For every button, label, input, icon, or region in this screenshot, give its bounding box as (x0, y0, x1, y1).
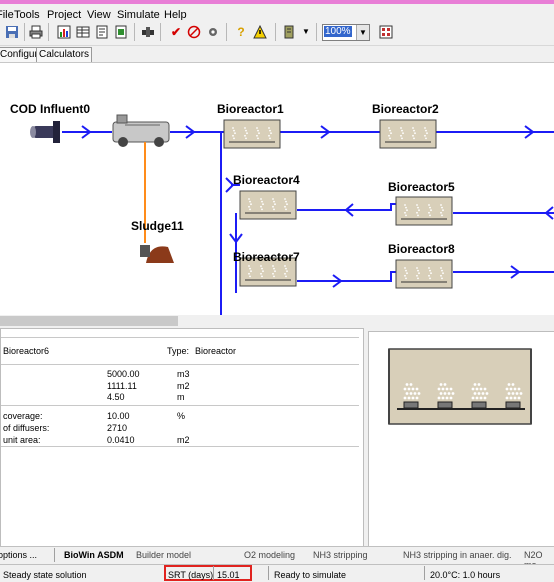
volume-unit: m3 (177, 369, 190, 379)
toolbar-separator (134, 23, 135, 41)
flow-arrow (225, 177, 235, 193)
unit-area-label: unit area: (3, 435, 41, 445)
zoom-select[interactable]: 100% ▼ (322, 24, 370, 41)
status-separator (424, 566, 425, 580)
zoom-value: 100% (324, 26, 352, 37)
coverage-label: coverage: (3, 411, 43, 421)
toolbar-separator (160, 23, 161, 41)
bioreactor-tank-icon[interactable] (239, 190, 297, 220)
reactor-icon[interactable] (282, 24, 298, 40)
help-icon[interactable]: ? (233, 24, 249, 40)
type-label: Type: (167, 346, 190, 356)
flowsheet-canvas[interactable]: COD Influent0 Sludge11 Bioreactor1 Biore… (0, 62, 554, 316)
influent-icon[interactable] (30, 121, 60, 143)
bioreactor-label: Bioreactor5 (388, 180, 455, 194)
srt-value: 15.01 (217, 570, 240, 580)
dropdown-icon[interactable]: ▼ (298, 24, 314, 40)
nh3-stripping-anaer-tab[interactable]: NH3 stripping in anaer. dig. (403, 550, 512, 560)
volume-value: 5000.00 (107, 369, 140, 379)
reactor-preview-image (388, 348, 532, 425)
options-button[interactable]: options ... (0, 550, 37, 560)
builder-model-tab[interactable]: Builder model (136, 550, 191, 560)
coverage-value: 10.00 (107, 411, 130, 421)
depth-value: 4.50 (107, 392, 125, 402)
unit-area-unit: m2 (177, 435, 190, 445)
temperature-time: 20.0°C: 1.0 hours (430, 570, 501, 580)
print-icon[interactable] (28, 24, 44, 40)
sludge-label: Sludge11 (131, 219, 184, 233)
status-separator (213, 566, 214, 580)
diffusers-label: of diffusers: (3, 423, 50, 433)
table-icon[interactable] (75, 24, 91, 40)
bioreactor-tank-icon[interactable] (395, 259, 453, 289)
bioreactor-label: Bioreactor1 (217, 102, 284, 116)
solution-mode: Steady state solution (3, 570, 87, 580)
sludge-outlet-icon[interactable] (140, 245, 174, 263)
document-icon[interactable] (94, 24, 110, 40)
chevron-down-icon[interactable]: ▼ (356, 25, 369, 40)
bioreactor-tank-icon[interactable] (223, 119, 281, 149)
diffusers-value: 2710 (107, 423, 128, 433)
warning-icon[interactable] (252, 24, 268, 40)
influent-label: COD Influent0 (10, 102, 90, 116)
bioreactor-tank-icon[interactable] (379, 119, 437, 149)
tab-calculators[interactable]: Calculators (36, 47, 93, 63)
scrollbar-thumb[interactable] (0, 316, 178, 326)
bioreactor-label: Bioreactor2 (372, 102, 439, 116)
flow-line (297, 271, 397, 282)
toolbar-separator (275, 23, 276, 41)
clarifier-icon[interactable] (112, 114, 170, 147)
element-name: Bioreactor6 (3, 346, 50, 356)
toolbar-separator (316, 23, 317, 41)
area-value: 1111.11 (107, 381, 137, 391)
tools-icon[interactable] (205, 24, 221, 40)
model-tab-asdm[interactable]: BioWin ASDM (64, 550, 124, 560)
bioreactor-label: Bioreactor7 (233, 250, 300, 264)
properties-panel: Bioreactor6 Type: Bioreactor 5000.00 m3 … (0, 328, 364, 547)
toolbar-separator (24, 23, 25, 41)
unit-area-value: 0.0410 (107, 435, 135, 445)
o2-modeling-tab[interactable]: O2 modeling (244, 550, 295, 560)
status-separator (268, 566, 269, 580)
flowsheet-diagram (30, 114, 554, 316)
bioreactor-label: Bioreactor8 (388, 242, 455, 256)
toolbar-separator (48, 23, 49, 41)
check-icon[interactable]: ✔ (168, 24, 184, 40)
toolbar-separator (226, 23, 227, 41)
save-icon[interactable] (4, 24, 20, 40)
no-edit-icon[interactable] (186, 24, 202, 40)
simulation-status: Ready to simulate (274, 570, 347, 580)
tab-separator (54, 548, 55, 562)
depth-unit: m (177, 392, 185, 402)
bioreactor-label: Bioreactor4 (233, 173, 300, 187)
srt-label: SRT (days) (168, 570, 214, 580)
bioreactor-tank-icon[interactable] (395, 196, 453, 226)
grid-icon[interactable] (378, 24, 394, 40)
coverage-unit: % (177, 411, 186, 421)
nh3-stripping-tab[interactable]: NH3 stripping (313, 550, 368, 560)
report-icon[interactable] (113, 24, 129, 40)
influent-icon[interactable] (140, 24, 156, 40)
menu-bar: File Tools Project View Simulate Help (0, 4, 554, 21)
chart-icon[interactable] (56, 24, 72, 40)
area-unit: m2 (177, 381, 190, 391)
type-value: Bioreactor (195, 346, 237, 356)
reactor-preview-panel (368, 331, 554, 547)
